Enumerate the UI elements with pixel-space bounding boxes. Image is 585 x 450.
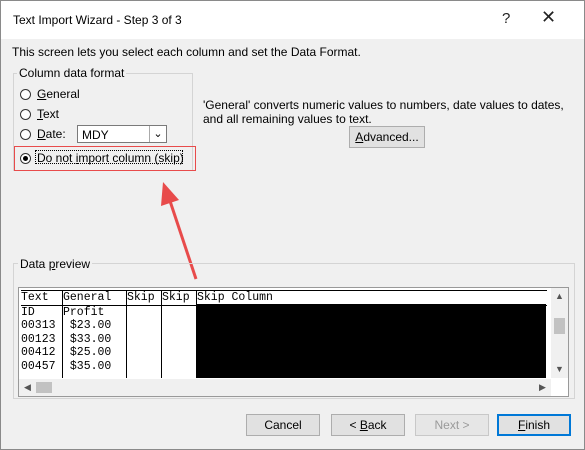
format-description: 'General' converts numeric values to num… xyxy=(203,98,564,126)
radio-label-general: General xyxy=(37,87,80,101)
radio-button-general[interactable] xyxy=(20,88,31,100)
data-preview-pane[interactable]: Text ID 00313 00123 00412 00457 General … xyxy=(18,287,569,397)
finish-button[interactable]: Finish xyxy=(497,414,571,436)
scroll-up-icon[interactable]: ▲ xyxy=(551,288,568,305)
close-icon[interactable]: ✕ xyxy=(541,7,556,28)
next-button[interactable]: Next > xyxy=(415,414,489,436)
column-header: Skip xyxy=(127,290,161,306)
back-button[interactable]: < Back xyxy=(331,414,405,436)
radio-date[interactable]: Date: xyxy=(20,127,66,141)
table-cell: 00457 xyxy=(21,359,56,373)
radio-general[interactable]: General xyxy=(20,87,80,101)
radio-label-date: Date: xyxy=(37,127,66,141)
data-preview-legend: Data preview xyxy=(18,257,93,271)
preview-column-1[interactable]: Text ID 00313 00123 00412 00457 xyxy=(21,290,62,373)
table-cell: $25.00 xyxy=(63,346,112,359)
scroll-left-icon[interactable]: ◀ xyxy=(19,379,36,396)
vertical-scroll-thumb[interactable] xyxy=(554,318,565,334)
table-cell: 00123 xyxy=(21,332,56,346)
preview-column-2[interactable]: General Profit $23.00 $33.00 $25.00 $35.… xyxy=(63,290,126,373)
preview-column-3[interactable]: Skip xyxy=(127,290,161,306)
preview-column-5[interactable]: Skip Column xyxy=(197,290,547,306)
radio-label-text: Text xyxy=(37,107,60,121)
selected-column-highlight xyxy=(197,304,546,378)
column-header: General xyxy=(63,290,126,306)
column-header: Skip Column xyxy=(197,290,547,306)
date-format-value: MDY xyxy=(82,128,109,142)
date-format-select[interactable]: MDY ⌄ xyxy=(77,125,167,143)
radio-button-text[interactable] xyxy=(20,108,31,120)
title-bar: Text Import Wizard - Step 3 of 3 ? ✕ xyxy=(1,1,584,39)
table-cell: 00313 xyxy=(21,319,56,332)
vertical-scrollbar[interactable]: ▲ ▼ xyxy=(551,288,568,378)
radio-button-date[interactable] xyxy=(20,128,31,140)
table-cell: 00412 xyxy=(21,346,56,359)
horizontal-scrollbar[interactable]: ◀ ▶ xyxy=(19,379,551,396)
text-import-wizard-dialog: Text Import Wizard - Step 3 of 3 ? ✕ Thi… xyxy=(0,0,585,450)
window-title: Text Import Wizard - Step 3 of 3 xyxy=(13,13,182,27)
scroll-down-icon[interactable]: ▼ xyxy=(551,361,568,378)
chevron-down-icon[interactable]: ⌄ xyxy=(149,126,166,142)
help-icon[interactable]: ? xyxy=(502,10,510,27)
horizontal-scroll-thumb[interactable] xyxy=(36,382,52,393)
column-data-format-legend: Column data format xyxy=(17,66,127,80)
cancel-button[interactable]: Cancel xyxy=(246,414,320,436)
column-header: Skip xyxy=(162,290,196,306)
preview-column-4[interactable]: Skip xyxy=(162,290,196,306)
table-cell: ID xyxy=(21,305,35,319)
table-cell: $35.00 xyxy=(63,359,112,373)
table-cell: $33.00 xyxy=(63,332,112,346)
scroll-right-icon[interactable]: ▶ xyxy=(534,379,551,396)
instruction-text: This screen lets you select each column … xyxy=(12,45,361,59)
radio-text[interactable]: Text xyxy=(20,107,59,121)
column-header: Text xyxy=(21,290,62,306)
advanced-button[interactable]: Advanced... xyxy=(349,126,425,148)
red-highlight-box xyxy=(14,146,196,171)
table-cell: Profit xyxy=(63,305,105,319)
table-cell: $23.00 xyxy=(63,319,112,332)
